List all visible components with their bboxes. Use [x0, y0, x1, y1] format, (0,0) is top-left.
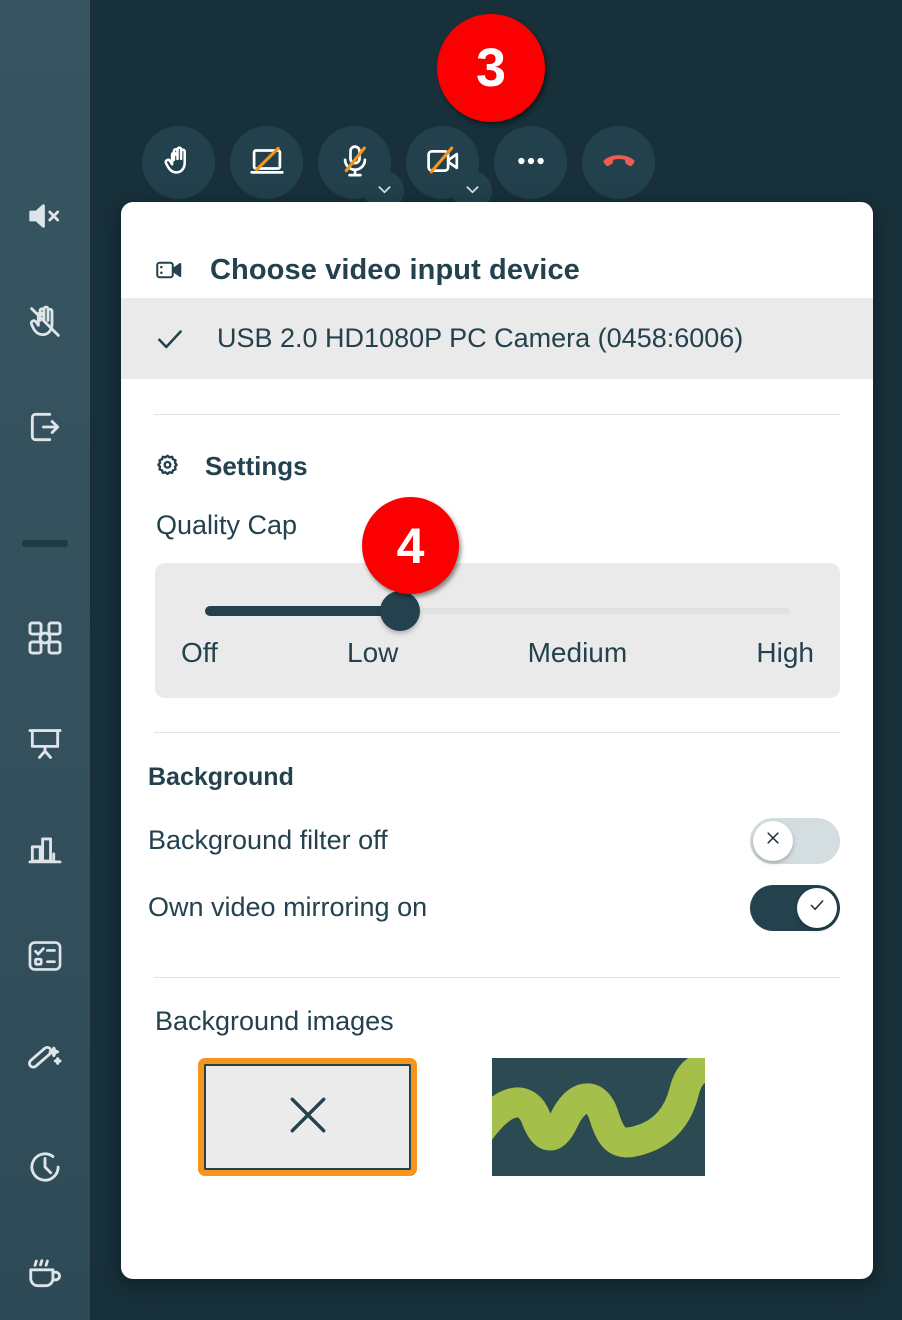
- sidebar-item-lower-hands[interactable]: [0, 294, 90, 350]
- sidebar-item-effects[interactable]: [0, 1034, 90, 1090]
- meeting-toolbar: [142, 126, 655, 199]
- slider-tick-medium: Medium: [528, 637, 628, 669]
- sidebar-item-mute-all[interactable]: [0, 188, 90, 244]
- camera-off-icon: [425, 143, 461, 182]
- device-option-row[interactable]: USB 2.0 HD1080P PC Camera (0458:6006): [121, 298, 873, 379]
- own-video-mirroring-row[interactable]: Own video mirroring on: [121, 874, 873, 941]
- chevron-down-icon: [375, 180, 394, 202]
- background-image-none[interactable]: [198, 1058, 417, 1176]
- close-icon: [281, 1088, 335, 1147]
- settings-heading: Settings: [121, 415, 873, 482]
- layout-grid-icon: [26, 619, 64, 657]
- hang-up-button[interactable]: [582, 126, 655, 199]
- leave-meeting-icon: [26, 408, 64, 446]
- screen-share-off-icon: [249, 143, 285, 182]
- video-camera-icon: [154, 255, 184, 285]
- background-section-title: Background: [121, 733, 873, 792]
- magic-wand-icon: [26, 1043, 64, 1081]
- background-filter-row[interactable]: Background filter off: [121, 807, 873, 874]
- toggle-knob: [797, 888, 837, 928]
- sidebar: [0, 0, 90, 1320]
- own-video-mirroring-toggle[interactable]: [750, 885, 840, 931]
- slider-tick-high: High: [756, 637, 814, 669]
- check-icon: [808, 896, 826, 919]
- whiteboard-icon: [26, 725, 64, 763]
- slider-track-fill: [205, 606, 400, 616]
- raise-hand-button[interactable]: [142, 126, 215, 199]
- background-image-script-logo[interactable]: [492, 1058, 705, 1176]
- slider-track[interactable]: [205, 604, 790, 618]
- toggle-knob: [753, 821, 793, 861]
- close-icon: [764, 829, 782, 852]
- slider-tick-low: Low: [347, 637, 398, 669]
- share-screen-button[interactable]: [230, 126, 303, 199]
- lower-all-hands-icon: [25, 302, 65, 342]
- gear-icon: [154, 453, 181, 480]
- sidebar-divider: [22, 540, 68, 547]
- own-video-mirroring-label: Own video mirroring on: [148, 892, 427, 923]
- script-logo-artwork: [492, 1058, 705, 1176]
- slider-tick-labels: Off Low Medium High: [181, 637, 814, 669]
- raise-hand-icon: [161, 143, 197, 182]
- slider-tick-off: Off: [181, 637, 218, 669]
- quality-cap-label: Quality Cap: [121, 482, 873, 541]
- coffee-break-icon: [26, 1254, 64, 1292]
- sidebar-item-poll[interactable]: [0, 822, 90, 878]
- dialog-header: Choose video input device: [121, 202, 873, 298]
- sidebar-item-layouts[interactable]: [0, 610, 90, 666]
- sidebar-item-leave-meeting[interactable]: [0, 399, 90, 455]
- settings-title: Settings: [205, 451, 308, 482]
- slider-thumb[interactable]: [380, 591, 420, 631]
- step-badge-4: 4: [362, 497, 459, 594]
- step-badge-3: 3: [437, 14, 545, 122]
- sidebar-item-break[interactable]: [0, 1245, 90, 1301]
- app-root: 3 Choose video input device USB 2.0 HD10…: [0, 0, 902, 1320]
- background-images-strip: [121, 1037, 873, 1176]
- check-icon: [154, 323, 190, 355]
- microphone-muted-icon: [337, 143, 373, 182]
- chevron-down-icon: [463, 180, 482, 202]
- timer-icon: [26, 1148, 64, 1186]
- device-option-label: USB 2.0 HD1080P PC Camera (0458:6006): [217, 323, 743, 354]
- sidebar-item-quiz[interactable]: [0, 928, 90, 984]
- sidebar-item-whiteboard[interactable]: [0, 716, 90, 772]
- phone-hangup-icon: [600, 142, 638, 183]
- dialog-title: Choose video input device: [210, 254, 580, 287]
- quality-cap-slider[interactable]: Off Low Medium High: [155, 563, 840, 698]
- sidebar-item-timer[interactable]: [0, 1139, 90, 1195]
- mute-all-icon: [26, 197, 64, 235]
- more-options-button[interactable]: [494, 126, 567, 199]
- background-filter-label: Background filter off: [148, 825, 388, 856]
- microphone-button[interactable]: [318, 126, 391, 199]
- ellipsis-icon: [513, 143, 549, 182]
- poll-bar-chart-icon: [26, 831, 64, 869]
- background-filter-toggle[interactable]: [750, 818, 840, 864]
- video-input-device-dialog: Choose video input device USB 2.0 HD1080…: [121, 202, 873, 1279]
- background-images-title: Background images: [121, 978, 873, 1037]
- camera-button[interactable]: [406, 126, 479, 199]
- quiz-icon: [26, 937, 64, 975]
